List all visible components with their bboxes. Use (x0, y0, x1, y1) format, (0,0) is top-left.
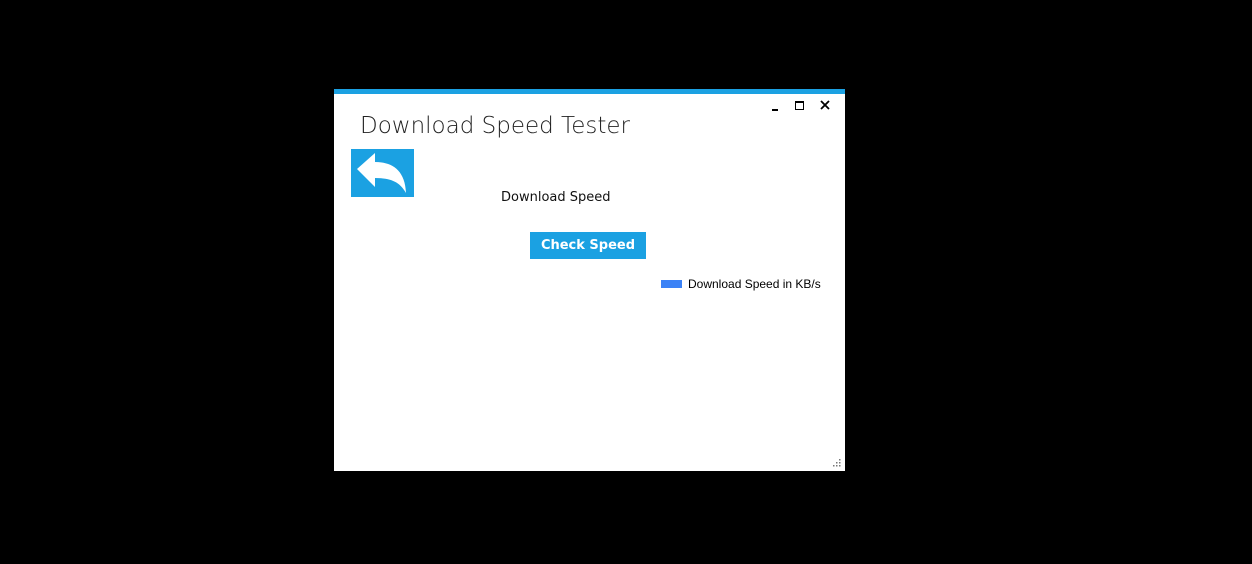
window-controls (762, 97, 837, 113)
close-icon (819, 100, 830, 110)
download-speed-label: Download Speed (501, 190, 611, 205)
app-window: Download Speed Tester Download Speed Che… (334, 89, 845, 471)
maximize-button[interactable] (787, 97, 812, 113)
close-button[interactable] (812, 97, 837, 113)
chart-legend: Download Speed in KB/s (661, 277, 821, 291)
legend-label: Download Speed in KB/s (688, 277, 821, 291)
page-title: Download Speed Tester (360, 113, 630, 139)
maximize-icon (795, 100, 804, 110)
minimize-button[interactable] (762, 97, 787, 113)
legend-swatch (661, 280, 682, 288)
back-arrow-icon (357, 153, 406, 193)
window-accent-bar (334, 89, 845, 94)
speed-chart: Download Speed in KB/s (346, 267, 834, 457)
check-speed-button[interactable]: Check Speed (530, 232, 646, 259)
minimize-icon (771, 109, 778, 111)
resize-grip-icon[interactable] (832, 458, 842, 468)
back-button[interactable] (351, 149, 414, 197)
